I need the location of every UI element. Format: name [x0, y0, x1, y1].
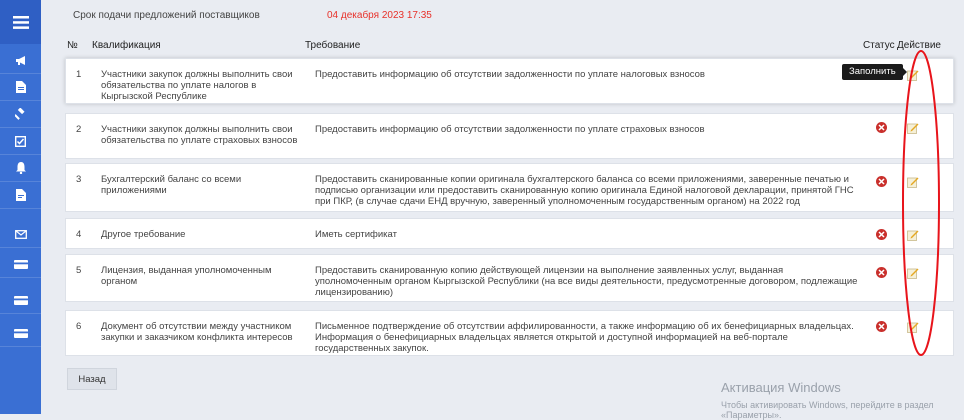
row-number: 1 [76, 69, 82, 80]
bell-icon [15, 162, 26, 174]
sidebar-item-finance[interactable] [0, 320, 41, 347]
row-number: 6 [76, 321, 82, 332]
watermark-subtitle: Чтобы активировать Windows, перейдите в … [721, 400, 934, 420]
row-qualification: Другое требование [101, 229, 186, 240]
header-status: Статус [863, 40, 895, 51]
status-error-icon [876, 122, 887, 133]
table-row: 6 Документ об отсутствии между участнико… [65, 310, 954, 356]
status-error-icon [876, 267, 887, 278]
header-requirement: Требование [305, 40, 361, 51]
sidebar-item-files[interactable] [0, 182, 41, 209]
checklist-icon [15, 135, 26, 147]
row-number: 3 [76, 174, 82, 185]
table-row: 1 Участники закупок должны выполнить сво… [65, 58, 954, 104]
sidebar-item-notifications[interactable] [0, 155, 41, 182]
row-qualification: Участники закупок должны выполнить свои … [101, 69, 293, 102]
header-qualification: Квалификация [92, 40, 161, 51]
deadline-label: Срок подачи предложений поставщиков [73, 10, 260, 21]
sidebar-item-documents[interactable] [0, 74, 41, 101]
sidebar-item-messages[interactable] [0, 221, 41, 248]
row-number: 4 [76, 229, 82, 240]
table-row: 5 Лицензия, выданная уполномоченным орга… [65, 254, 954, 302]
watermark-title: Активация Windows [721, 380, 841, 395]
file-icon [15, 189, 26, 201]
table-row: 3 Бухгалтерский баланс со всеми приложен… [65, 163, 954, 212]
card-icon [13, 328, 28, 338]
header-num: № [67, 40, 78, 51]
row-requirement: Предоставить сканированную копию действу… [315, 265, 858, 298]
menu-toggle[interactable] [0, 0, 41, 44]
row-number: 2 [76, 124, 82, 135]
hamburger-icon [12, 15, 29, 29]
annotation-ellipse [902, 50, 940, 356]
megaphone-icon [15, 55, 25, 65]
row-number: 5 [76, 265, 82, 276]
table-row: 4 Другое требование Иметь сертификат [65, 218, 954, 249]
row-qualification: Бухгалтерский баланс со всеми приложения… [101, 174, 242, 196]
row-requirement: Предоставить информацию об отсутствии за… [315, 69, 705, 80]
status-error-icon [876, 321, 887, 332]
sidebar-item-announcements[interactable] [0, 47, 41, 74]
row-qualification: Лицензия, выданная уполномоченным органо… [101, 265, 272, 287]
row-requirement: Предоставить информацию об отсутствии за… [315, 124, 705, 135]
sidebar-item-auctions[interactable] [0, 101, 41, 128]
status-error-icon [876, 176, 887, 187]
card-icon [13, 259, 28, 269]
document-icon [15, 81, 26, 93]
row-requirement: Письменное подтверждение об отсутствии а… [315, 321, 854, 354]
status-error-icon [876, 229, 887, 240]
deadline-value: 04 декабря 2023 17:35 [327, 10, 432, 21]
fill-tooltip: Заполнить [842, 64, 907, 80]
sidebar-item-billing[interactable] [0, 287, 41, 314]
gavel-icon [14, 108, 25, 120]
main-content: Срок подачи предложений поставщиков 04 д… [41, 0, 964, 420]
row-qualification: Участники закупок должны выполнить свои … [101, 124, 298, 146]
windows-watermark: Активация Windows Чтобы активировать Win… [721, 380, 964, 420]
row-requirement: Иметь сертификат [315, 229, 397, 240]
card-icon [13, 295, 28, 305]
sidebar [0, 0, 41, 414]
mail-icon [14, 229, 27, 239]
sidebar-item-payments[interactable] [0, 251, 41, 278]
row-requirement: Предоставить сканированные копии оригина… [315, 174, 854, 207]
table-row: 2 Участники закупок должны выполнить сво… [65, 113, 954, 159]
back-button[interactable]: Назад [67, 368, 117, 390]
sidebar-item-checklist[interactable] [0, 128, 41, 155]
row-qualification: Документ об отсутствии между участником … [101, 321, 293, 343]
